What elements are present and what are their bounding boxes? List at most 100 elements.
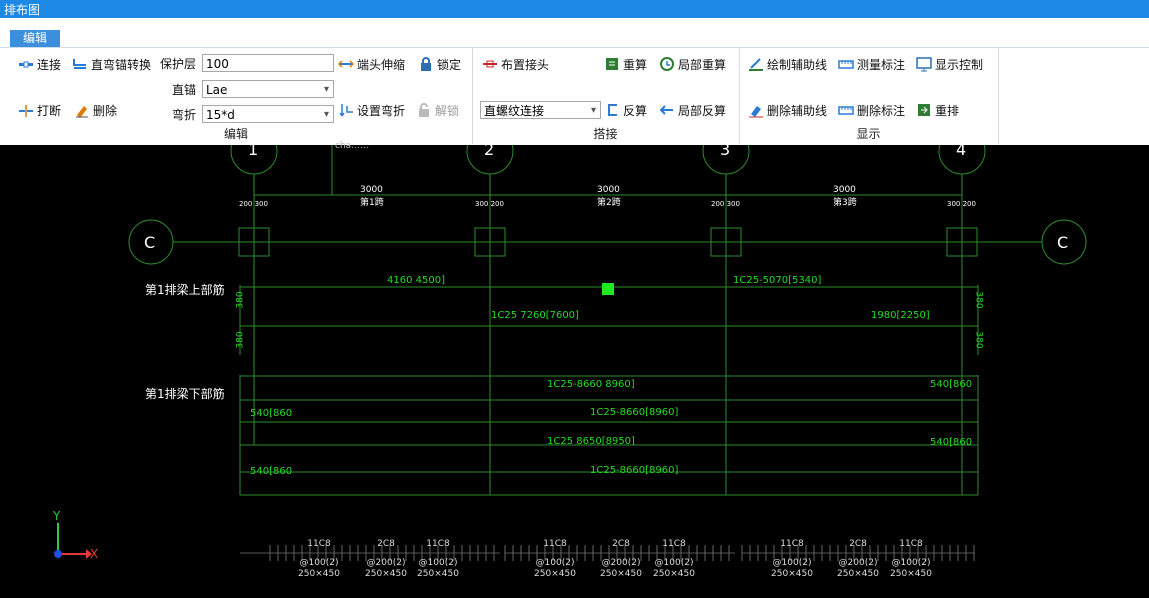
group-display: 绘制辅助线 测量标注 显示控制 删除辅助线 删除标注 重排 显示 [739,48,999,144]
display-control-button[interactable]: 显示控制 [916,54,983,74]
delete-button[interactable]: 删除 [74,100,117,120]
ruler-icon [838,56,854,72]
top-rebar-title: 第1排梁上部筋 [145,283,225,297]
stirrup-spacing: @100(2) [535,558,575,568]
bend-icon [338,102,354,118]
local-recalc-button[interactable]: 局部重算 [659,54,726,74]
erase-line-icon [748,102,764,118]
stirrup-spacing: @200(2) [838,558,878,568]
bottom-side-right-2: 540[860 [930,437,973,448]
set-bend-button[interactable]: 设置弯折 [338,100,405,120]
bottom-side-left-1: 540[860 [250,408,293,419]
anchor-convert-icon [72,56,88,72]
connection-type-select[interactable]: 直螺纹连接 [480,101,601,120]
column-offset-1: 200 300 [239,200,268,208]
span-length-1: 3000 [360,185,383,195]
recalc-icon [604,56,620,72]
stirrup-spacing: @200(2) [601,558,641,568]
delete-aux-line-button[interactable]: 删除辅助线 [748,100,827,120]
stirrup-size: 250×450 [600,569,642,579]
draw-aux-line-button[interactable]: 绘制辅助线 [748,54,827,74]
top-bar-1: 4160 4500] [387,275,445,286]
bottom-bar-3: 1C25 8650[8950] [547,436,635,447]
row-height-3: 380 [973,291,984,309]
unlock-button[interactable]: 解锁 [416,100,459,120]
stirrup-label-group: 11C8 @100(2) 250×450 [885,539,937,580]
recalc-button[interactable]: 重算 [604,54,647,74]
stirrup-spacing: @100(2) [654,558,694,568]
stirrup-label-group: 2C8 @200(2) 250×450 [360,539,412,580]
extend-icon [337,56,355,72]
stirrup-count: 11C8 [543,539,567,549]
reverse-calc-button[interactable]: 反算 [604,100,647,120]
bottom-bar-1: 1C25-8660 8960] [547,379,635,390]
group-edit-label: 编辑 [223,127,248,141]
row-height-2: 380 [235,331,246,349]
bend-select[interactable]: 15*d [202,105,334,124]
local-reverse-button[interactable]: 局部反算 [659,100,726,120]
cover-input[interactable]: 100 [202,54,334,72]
row-height-1: 380 [235,291,246,309]
span-name-2: 第2跨 [597,198,621,208]
ucs-x-label: X [90,547,99,561]
local-recalc-icon [659,56,675,72]
stirrup-label-group: 11C8 @100(2) 250×450 [766,539,818,580]
lock-button[interactable]: 锁定 [418,54,461,74]
stirrup-count: 2C8 [377,539,395,549]
straight-anchor-select[interactable]: Lae [202,80,334,99]
stirrup-spacing: @100(2) [299,558,339,568]
top-bar-4: 1980[2250] [871,310,930,321]
bottom-side-left-2: 540[860 [250,466,293,477]
obscured-label: cha…… [335,141,370,151]
column-offset-3: 200 300 [711,200,740,208]
top-bar-2: 1C25-5070[5340] [733,275,822,286]
eraser-icon [74,102,90,118]
bottom-side-right-1: 540[860 [930,379,973,390]
rearrange-button[interactable]: 重排 [916,100,959,120]
local-reverse-icon [659,102,675,118]
axis-label-2: 2 [484,140,495,159]
axis-label-3: 3 [720,140,731,159]
axis-label-c-left: C [144,233,156,252]
stirrup-count: 11C8 [426,539,450,549]
break-button[interactable]: 打断 [18,100,61,120]
stirrup-size: 250×450 [298,569,340,579]
connect-icon [18,56,34,72]
ruler-delete-icon [838,102,854,118]
connect-button[interactable]: 连接 [18,54,61,74]
joint-icon [482,56,498,72]
column-offset-2: 300 200 [475,200,504,208]
place-joint-button[interactable]: 布置接头 [482,54,549,74]
stirrup-count: 11C8 [899,539,923,549]
delete-mark-button[interactable]: 删除标注 [838,100,905,120]
span-name-3: 第3跨 [833,198,857,208]
row-height-4: 380 [973,331,984,349]
stirrup-spacing: @100(2) [891,558,931,568]
stirrup-spacing: @100(2) [772,558,812,568]
axis-label-1: 1 [248,140,259,159]
end-extend-button[interactable]: 端头伸缩 [337,54,405,74]
bottom-bar-2: 1C25-8660[8960] [590,407,679,418]
group-edit: 连接 直弯锚转换 保护层 100 端头伸缩 锁定 打断 删除 直锚 Lae 弯折… [0,48,473,144]
stirrup-label-group: 2C8 @200(2) 250×450 [832,539,884,580]
measure-mark-button[interactable]: 测量标注 [838,54,905,74]
rearrange-icon [916,102,932,118]
draw-line-icon [748,56,764,72]
stirrup-count: 2C8 [612,539,630,549]
stirrup-size: 250×450 [417,569,459,579]
cover-label: 保护层 [160,57,197,71]
reverse-icon [604,102,620,118]
lock-icon [418,56,434,72]
bottom-bar-4: 1C25-8660[8960] [590,465,679,476]
tab-edit[interactable]: 编辑 [10,30,60,47]
ribbon-tab-strip: 编辑 [0,18,1149,47]
stirrup-size: 250×450 [837,569,879,579]
top-bar-3: 1C25 7260[7600] [491,310,579,321]
span-length-2: 3000 [597,185,620,195]
ucs-y-label: Y [53,509,61,523]
span-length-3: 3000 [833,185,856,195]
drawing-canvas[interactable]: 1 2 3 4 C C cha…… 3000 第1跨 3000 第2跨 3000… [0,140,1149,598]
unlock-icon [416,102,432,118]
bend-label: 弯折 [172,108,197,122]
straight-anchor-convert-button[interactable]: 直弯锚转换 [72,54,151,74]
